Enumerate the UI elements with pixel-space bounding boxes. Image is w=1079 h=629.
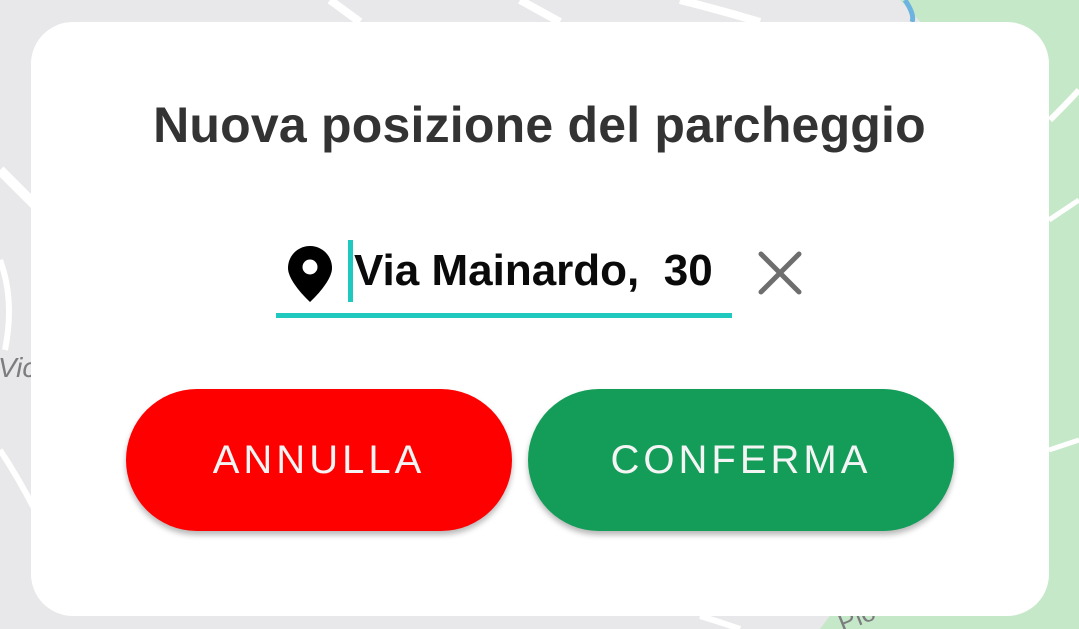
confirm-button[interactable]: CONFERMA [528, 389, 954, 531]
dialog-title: Nuova posizione del parcheggio [153, 97, 926, 153]
text-caret [348, 240, 353, 302]
input-underline [276, 313, 732, 318]
location-pin-icon [288, 246, 332, 302]
address-input[interactable]: Via Mainardo, 30 [276, 236, 732, 318]
close-icon[interactable] [754, 250, 806, 298]
cancel-button[interactable]: ANNULLA [126, 389, 512, 531]
clear-button[interactable] [754, 250, 806, 298]
address-value[interactable]: Via Mainardo, 30 [354, 246, 713, 296]
